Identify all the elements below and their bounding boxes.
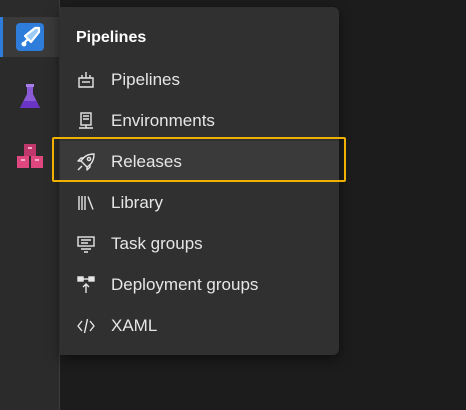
artifacts-app-icon (15, 142, 45, 172)
menu-item-task-groups[interactable]: Task groups (60, 223, 339, 264)
library-icon (76, 193, 96, 213)
deployment-groups-icon (76, 275, 96, 295)
pipelines-icon (76, 70, 96, 90)
nav-artifacts[interactable] (0, 137, 59, 177)
menu-item-label: Releases (111, 151, 182, 171)
menu-item-label: Pipelines (111, 69, 180, 89)
menu-item-label: Library (111, 192, 163, 212)
menu-item-deployment-groups[interactable]: Deployment groups (60, 264, 339, 305)
code-icon (76, 316, 96, 336)
menu-title: Pipelines (76, 29, 147, 46)
menu-item-environments[interactable]: Environments (60, 100, 339, 141)
nav-test-plans[interactable] (0, 77, 59, 117)
environments-icon (76, 111, 96, 131)
task-groups-icon (76, 234, 96, 254)
menu-item-label: Task groups (111, 233, 203, 253)
app-nav-rail (0, 0, 60, 410)
test-plans-app-icon (15, 82, 45, 112)
menu-item-label: XAML (111, 315, 158, 335)
menu-item-label: Deployment groups (111, 274, 259, 294)
rocket-icon (76, 152, 96, 172)
menu-item-library[interactable]: Library (60, 182, 339, 223)
pipelines-app-icon (15, 22, 45, 52)
menu-item-label: Environments (111, 110, 215, 130)
menu-item-releases[interactable]: Releases (60, 141, 339, 182)
pipelines-flyout-menu: Pipelines Pipelines Environments Release… (60, 7, 339, 355)
menu-item-pipelines[interactable]: Pipelines (60, 59, 339, 100)
nav-pipelines[interactable] (0, 17, 59, 57)
menu-item-xaml[interactable]: XAML (60, 305, 339, 346)
